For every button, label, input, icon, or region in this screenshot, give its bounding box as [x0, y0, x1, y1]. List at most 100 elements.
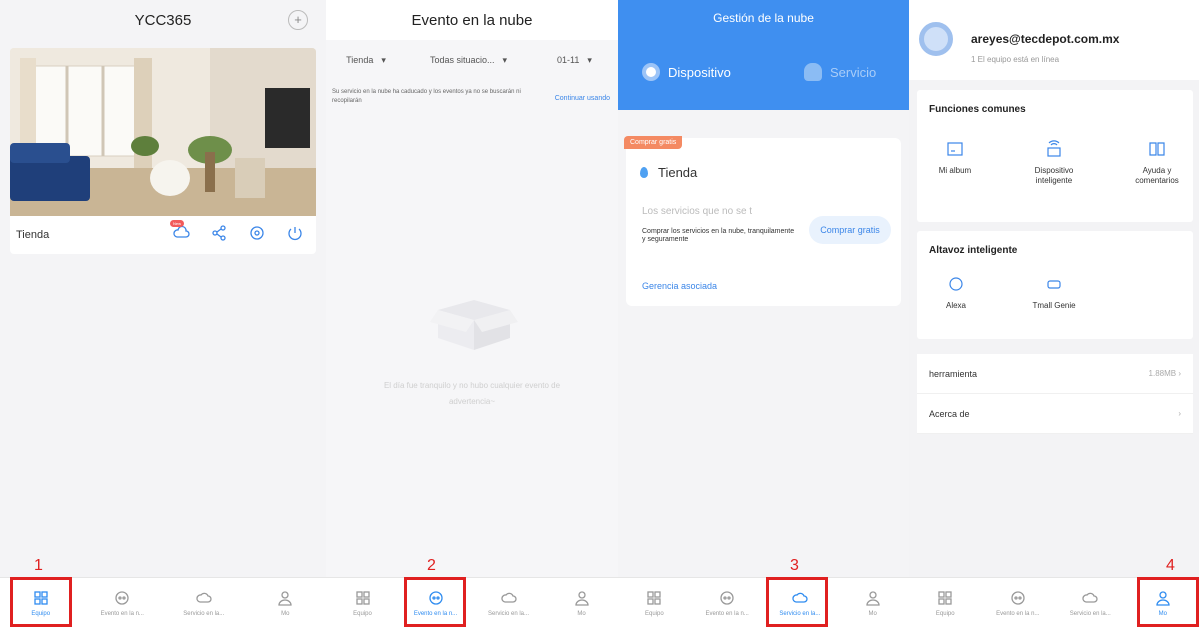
app-title: YCC365 [134, 11, 192, 29]
event-icon [115, 591, 129, 605]
section-title: Altavoz inteligente [929, 245, 1018, 256]
nav-equipo[interactable]: Equipo [909, 578, 982, 629]
screen-servicio: Gestión de la nube Dispositivo Servicio … [618, 0, 909, 629]
filter-device[interactable]: Tienda ▾ [326, 48, 406, 72]
user-email: areyes@tecdepot.com.mx [971, 32, 1120, 46]
tab-servicio[interactable]: Servicio [804, 63, 876, 81]
person-icon [865, 591, 880, 606]
grid-icon [355, 591, 370, 605]
device-cloud-card: Comprar gratis Tienda Los servicios que … [624, 136, 901, 306]
chevron-down-icon: ▾ [587, 54, 592, 65]
grid-icon [938, 591, 952, 605]
book-icon [1149, 142, 1165, 156]
cloud-icon [196, 592, 212, 603]
screen-mo: areyes@tecdepot.com.mx 1 El equipo está … [909, 0, 1199, 629]
filter-date[interactable]: 01-11 ▾ [531, 48, 618, 72]
smart-device-item[interactable]: Dispositivo inteligente [1025, 140, 1083, 186]
step-number: 2 [427, 557, 436, 574]
nav-evento[interactable]: Evento en la n... [691, 578, 764, 629]
cloud-icon [1082, 592, 1098, 603]
nav-mo[interactable]: Mo [545, 578, 618, 629]
online-status: 1 El equipo está en línea [971, 55, 1060, 64]
grid-icon [647, 591, 662, 605]
section-title: Funciones comunes [929, 104, 1026, 115]
cloud-icon [500, 592, 517, 603]
event-icon [720, 591, 734, 605]
empty-box-icon [430, 300, 518, 350]
screen-evento: Evento en la nube Tienda ▾ Todas situacio… [326, 0, 618, 629]
alexa-item[interactable]: Alexa [931, 275, 981, 311]
camera-preview-image[interactable] [10, 48, 316, 216]
highlight-box [1137, 577, 1199, 627]
nav-mo[interactable]: Mo [836, 578, 909, 629]
associated-management-link[interactable]: Gerencia asociada [642, 281, 717, 291]
buy-free-button[interactable]: Comprar gratis [809, 216, 891, 244]
tool-row[interactable]: herramienta 1.88MB › [917, 354, 1193, 394]
smart-device-icon [1047, 140, 1061, 157]
bottom-nav: Equipo Evento en la n... Servicio en la.… [326, 577, 618, 629]
step-number: 1 [34, 557, 43, 574]
event-icon [1011, 591, 1025, 605]
chevron-right-icon: › [1178, 409, 1181, 418]
step-number: 3 [790, 557, 799, 574]
new-badge: New [170, 220, 185, 227]
alexa-icon [949, 277, 963, 291]
person-icon [278, 591, 292, 606]
nav-evento[interactable]: Evento en la n... [982, 578, 1055, 629]
power-icon[interactable] [286, 224, 304, 245]
filter-situation[interactable]: Todas situacio... ▾ [406, 48, 531, 72]
nav-evento[interactable]: Evento en la n... [82, 578, 164, 629]
chevron-down-icon: ▾ [381, 54, 386, 65]
location-pin-icon [640, 167, 648, 178]
header: YCC365 + [0, 0, 326, 40]
cloud-icon [804, 63, 822, 81]
avatar[interactable] [919, 22, 953, 56]
page-title: Gestión de la nube [713, 11, 814, 25]
highlight-box [766, 577, 828, 627]
album-icon [947, 142, 963, 156]
header: Evento en la nube [326, 0, 618, 40]
speaker-icon [1047, 280, 1061, 289]
chevron-right-icon: › [1178, 369, 1181, 378]
bottom-nav: Equipo Evento en la n... Servicio en la.… [618, 577, 909, 629]
nav-servicio[interactable]: Servicio en la... [472, 578, 545, 629]
nav-equipo[interactable]: Equipo [326, 578, 399, 629]
settings-icon[interactable] [248, 224, 266, 245]
settings-list: herramienta 1.88MB › Acerca de › [917, 354, 1193, 434]
profile-header[interactable]: areyes@tecdepot.com.mx 1 El equipo está … [909, 0, 1199, 80]
expired-notice: Su servicio en la nube ha caducado y los… [332, 89, 521, 104]
step-number: 4 [1166, 557, 1175, 574]
smart-speaker-panel: Altavoz inteligente Alexa Tmall Genie [917, 231, 1193, 339]
chevron-down-icon: ▾ [502, 54, 508, 65]
camera-card[interactable]: Tienda New [10, 48, 316, 254]
services-title: Los servicios que no se t [642, 206, 753, 217]
continue-link[interactable]: Continuar usando [555, 95, 610, 102]
person-icon [574, 591, 589, 606]
page-title: Evento en la nube [411, 11, 533, 29]
nav-servicio[interactable]: Servicio en la... [163, 578, 245, 629]
help-item[interactable]: Ayuda y comentarios [1123, 140, 1191, 186]
album-item[interactable]: Mi album [927, 140, 983, 176]
about-row[interactable]: Acerca de › [917, 394, 1193, 434]
tab-dispositivo[interactable]: Dispositivo [642, 63, 731, 81]
filter-bar: Tienda ▾ Todas situacio... ▾ 01-11 ▾ [326, 48, 618, 72]
nav-equipo[interactable]: Equipo [618, 578, 691, 629]
highlight-box [404, 577, 466, 627]
nav-mo[interactable]: Mo [245, 578, 327, 629]
screen-equipo: YCC365 + Tienda New 1 Equipo Evento en l… [0, 0, 326, 629]
add-device-button[interactable]: + [288, 10, 308, 30]
free-badge: Comprar gratis [624, 136, 683, 149]
share-icon[interactable] [210, 224, 228, 245]
nav-servicio[interactable]: Servicio en la... [1054, 578, 1127, 629]
tmall-genie-item[interactable]: Tmall Genie [1025, 275, 1083, 311]
highlight-box [10, 577, 72, 627]
device-icon [642, 63, 660, 81]
services-description: Comprar los servicios en la nube, tranqu… [642, 228, 795, 243]
camera-info-bar: Tienda New [10, 216, 316, 254]
empty-message: El día fue tranquilo y no hubo cualquier… [383, 381, 561, 406]
camera-name: Tienda [16, 229, 50, 241]
common-functions-panel: Funciones comunes Mi album Dispositivo i… [917, 90, 1193, 222]
cloud-icon[interactable]: New [170, 220, 190, 245]
header: Gestión de la nube Dispositivo Servicio [618, 0, 909, 110]
device-row: Tienda [640, 165, 697, 180]
